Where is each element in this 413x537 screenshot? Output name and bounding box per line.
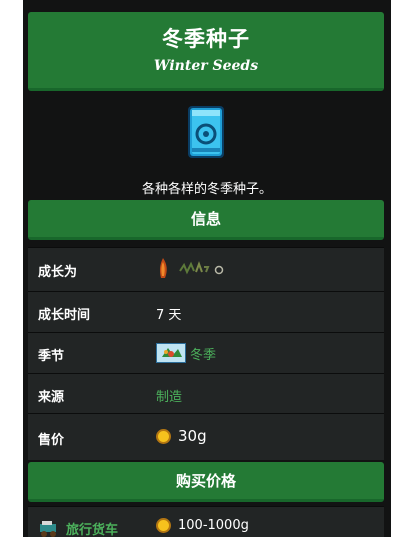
buy-price-row: 旅行货车 100-1000g [28,506,384,537]
buy-price-amount: 100-1000g [178,518,249,533]
winter-seeds-packet-icon [188,106,224,158]
traveling-cart-label[interactable]: 旅行货车 [38,519,118,537]
source-label: 来源 [38,390,65,405]
growth-time-row: 成长时间 7 天 [28,291,384,332]
title-header: 冬季种子 Winter Seeds [28,12,384,91]
sell-price-value: 30g [156,427,207,445]
grows-into-value[interactable] [156,256,228,282]
english-title: Winter Seeds [153,58,259,74]
grows-into-row: 成长为 [28,247,384,291]
item-infobox: 冬季种子 Winter Seeds 各种各样的冬季种子。 信息 成长为 成长时间… [23,0,391,537]
gold-coin-icon [156,428,171,444]
grows-into-item-name-icon [179,261,224,275]
season-row: 季节 冬季 [28,332,384,373]
page-title: 冬季种子 [162,27,250,51]
traveling-cart-icon [40,520,56,537]
season-link[interactable]: 冬季 [190,344,216,363]
traveling-cart-link[interactable]: 旅行货车 [66,519,118,537]
source-link[interactable]: 制造 [156,386,182,405]
sell-price-amount: 30g [178,427,207,445]
item-description: 各种各样的冬季种子。 [141,182,272,197]
grows-into-label: 成长为 [38,265,78,280]
winter-forage-icon [159,258,167,278]
growth-time-value: 7 天 [156,308,182,323]
growth-time-label: 成长时间 [38,308,91,323]
sell-price-label: 售价 [38,433,65,448]
buy-price-value: 100-1000g [156,518,249,533]
sell-price-row: 售价 30g [28,413,384,460]
season-value[interactable]: 冬季 [156,343,216,363]
info-section-header: 信息 [28,200,384,240]
winter-season-icon [156,343,186,363]
source-row: 来源 制造 [28,373,384,413]
buy-price-section-header: 购买价格 [28,462,384,502]
gold-coin-icon [156,518,171,533]
season-label: 季节 [38,349,65,364]
